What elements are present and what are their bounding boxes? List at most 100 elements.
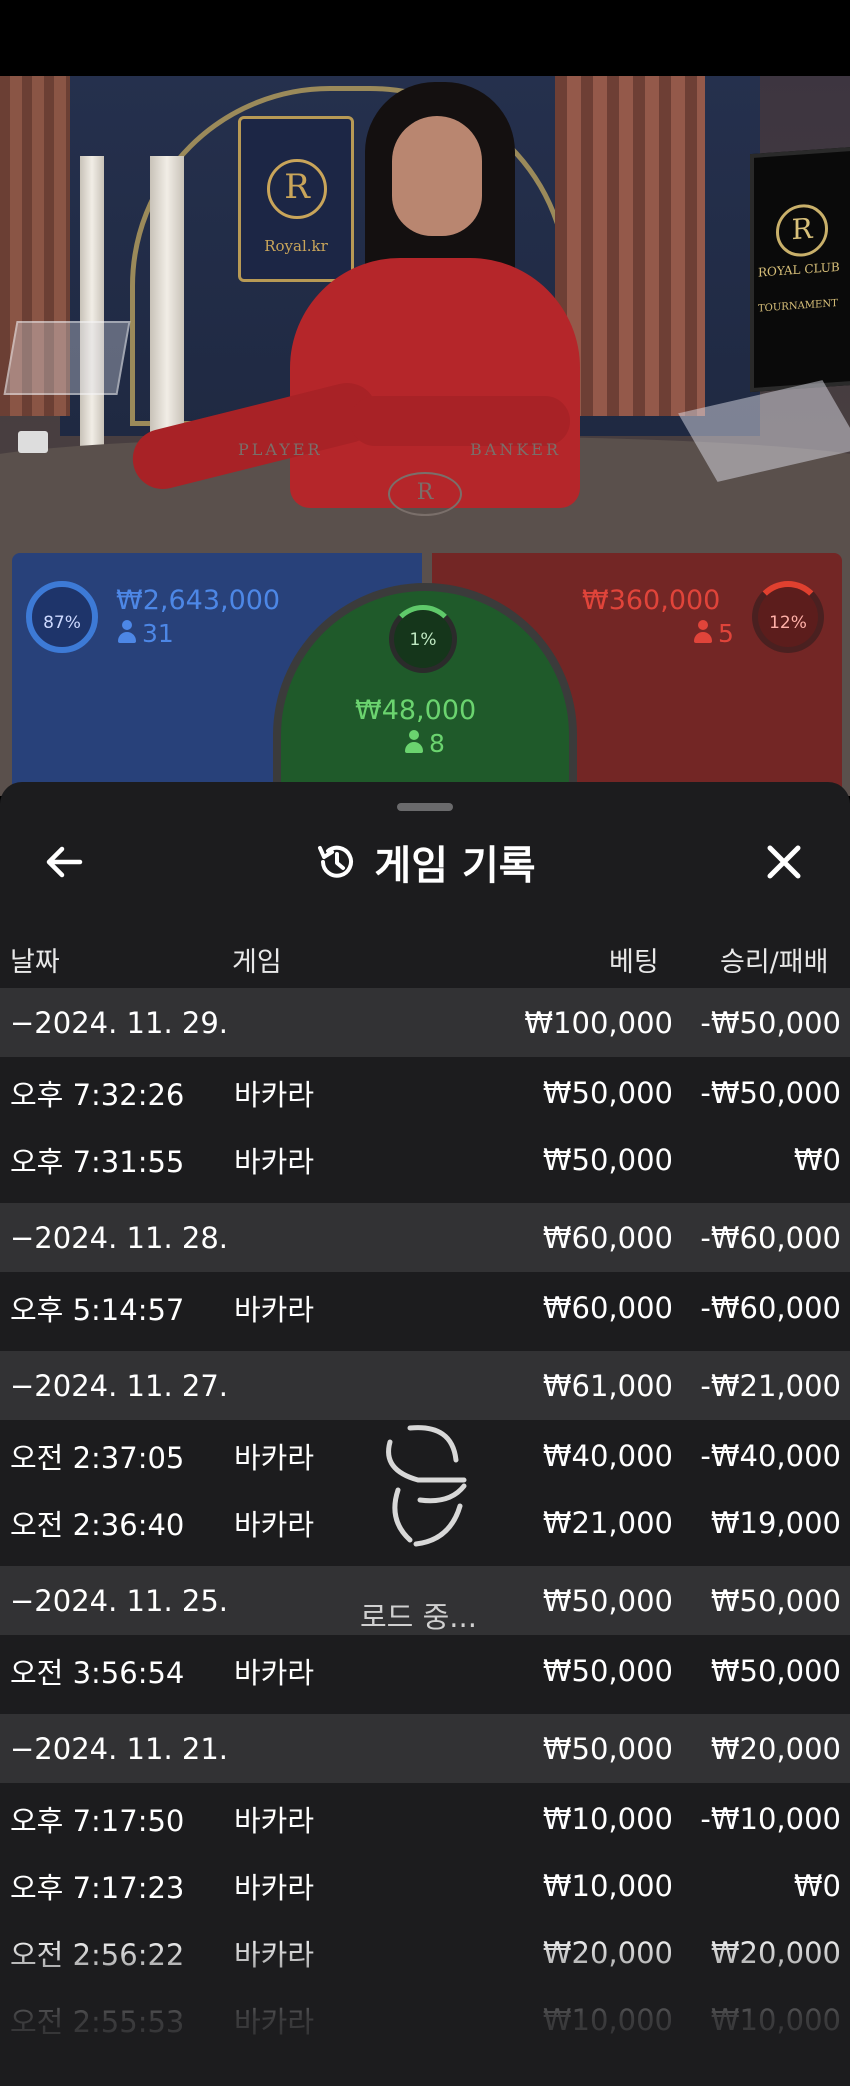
game-result: ₩10,000 bbox=[710, 2002, 841, 2037]
game-row[interactable]: 오후 7:31:55 바카라 ₩50,000 ₩0 bbox=[0, 1126, 850, 1193]
crest-logo-icon: R bbox=[776, 202, 828, 259]
royal-logo-plaque: R Royal.kr bbox=[238, 116, 354, 282]
game-bet: ₩60,000 bbox=[542, 1290, 673, 1325]
banker-count-value: 5 bbox=[718, 619, 734, 648]
pillar bbox=[150, 156, 184, 446]
bet-statistics: 87% ₩2,643,000 31 12% ₩360,000 5 1% ₩48,… bbox=[0, 553, 850, 803]
monitor-subtitle: TOURNAMENT bbox=[758, 297, 838, 315]
player-bettor-count: 31 bbox=[118, 619, 174, 648]
close-button[interactable] bbox=[754, 832, 814, 892]
game-name: 바카라 bbox=[234, 1144, 315, 1179]
game-row[interactable]: 오전 3:56:54 바카라 ₩50,000 ₩50,000 bbox=[0, 1637, 850, 1704]
playing-card bbox=[18, 431, 48, 453]
game-bet: ₩10,000 bbox=[542, 2002, 673, 2037]
tie-percent-ring: 1% bbox=[389, 605, 457, 673]
game-result: ₩0 bbox=[793, 1868, 841, 1903]
column-header-game: 게임 bbox=[232, 947, 282, 978]
game-time: 오후 7:31:55 bbox=[10, 1144, 185, 1179]
game-result: -₩10,000 bbox=[700, 1801, 841, 1836]
group-bet-total: ₩100,000 bbox=[524, 1005, 673, 1040]
game-name: 바카라 bbox=[234, 1655, 315, 1690]
group-date: −2024. 11. 25. bbox=[10, 1583, 228, 1618]
dealer-body bbox=[290, 258, 580, 508]
group-bet-total: ₩50,000 bbox=[542, 1731, 673, 1766]
date-group-row[interactable]: −2024. 11. 27. ₩61,000 -₩21,000 bbox=[0, 1351, 850, 1420]
group-result-total: -₩21,000 bbox=[700, 1368, 841, 1403]
group-date: −2024. 11. 21. bbox=[10, 1731, 228, 1766]
game-time: 오후 7:32:26 bbox=[10, 1077, 185, 1112]
game-row[interactable]: 오후 7:17:23 바카라 ₩10,000 ₩0 bbox=[0, 1852, 850, 1919]
banker-percent-ring: 12% bbox=[752, 581, 824, 653]
game-time: 오전 2:36:40 bbox=[10, 1507, 185, 1542]
banker-table-label: BANKER bbox=[470, 440, 561, 459]
banker-bet-amount: ₩360,000 bbox=[582, 585, 721, 616]
person-icon bbox=[694, 620, 712, 644]
game-bet: ₩50,000 bbox=[542, 1075, 673, 1110]
game-result: ₩50,000 bbox=[710, 1653, 841, 1688]
date-group-row[interactable]: −2024. 11. 28. ₩60,000 -₩60,000 bbox=[0, 1203, 850, 1272]
group-result-total: ₩20,000 bbox=[710, 1731, 841, 1766]
history-icon bbox=[318, 845, 354, 878]
person-icon bbox=[118, 620, 136, 644]
dealer-face bbox=[392, 116, 482, 236]
player-percent-ring: 87% bbox=[26, 581, 98, 653]
group-result-total: -₩50,000 bbox=[700, 1005, 841, 1040]
column-header-bet: 베팅 bbox=[609, 947, 659, 978]
game-name: 바카라 bbox=[234, 1440, 315, 1475]
column-header-result: 승리/패배 bbox=[720, 947, 829, 978]
game-time: 오전 3:56:54 bbox=[10, 1655, 185, 1690]
loading-spinner-icon bbox=[386, 1425, 467, 1547]
tie-bet-amount: ₩48,000 bbox=[355, 695, 477, 726]
player-table-label: PLAYER bbox=[238, 440, 323, 459]
group-result-total: -₩60,000 bbox=[700, 1220, 841, 1255]
game-result: -₩50,000 bbox=[700, 1075, 841, 1110]
date-group-row[interactable]: −2024. 11. 21. ₩50,000 ₩20,000 bbox=[0, 1714, 850, 1783]
game-time: 오전 2:55:53 bbox=[10, 2004, 185, 2039]
sheet-title: 게임 기록 bbox=[374, 843, 536, 889]
sheet-drag-handle[interactable] bbox=[397, 803, 453, 811]
group-bet-total: ₩50,000 bbox=[542, 1583, 673, 1618]
pillar bbox=[80, 156, 104, 446]
game-name: 바카라 bbox=[234, 1870, 315, 1905]
game-bet: ₩10,000 bbox=[542, 1868, 673, 1903]
tie-count-value: 8 bbox=[429, 729, 445, 758]
game-name: 바카라 bbox=[234, 1803, 315, 1838]
person-icon bbox=[405, 730, 423, 754]
game-row[interactable]: 오후 5:14:57 바카라 ₩60,000 -₩60,000 bbox=[0, 1274, 850, 1341]
sheet-header: 게임 기록 bbox=[0, 830, 850, 894]
column-header-date: 날짜 bbox=[10, 947, 60, 978]
game-time: 오전 2:56:22 bbox=[10, 1937, 185, 1972]
table-crest-icon: R bbox=[388, 472, 462, 516]
tie-bettor-count: 8 bbox=[405, 729, 445, 758]
top-status-bar bbox=[0, 0, 850, 76]
group-date: −2024. 11. 28. bbox=[10, 1220, 228, 1255]
game-row[interactable]: 오전 2:55:53 바카라 ₩10,000 ₩10,000 bbox=[0, 1986, 850, 2053]
game-name: 바카라 bbox=[234, 2004, 315, 2039]
game-row[interactable]: 오후 7:32:26 바카라 ₩50,000 -₩50,000 bbox=[0, 1059, 850, 1126]
monitor-title: ROYAL CLUB bbox=[758, 259, 840, 280]
crest-logo-icon: R bbox=[267, 159, 327, 219]
game-result: -₩60,000 bbox=[700, 1290, 841, 1325]
game-bet: ₩20,000 bbox=[542, 1935, 673, 1970]
game-time: 오후 5:14:57 bbox=[10, 1292, 185, 1327]
group-result-total: ₩50,000 bbox=[710, 1583, 841, 1618]
game-result: ₩0 bbox=[793, 1142, 841, 1177]
group-bet-total: ₩61,000 bbox=[542, 1368, 673, 1403]
game-row[interactable]: 오전 2:56:22 바카라 ₩20,000 ₩20,000 bbox=[0, 1919, 850, 1986]
player-bet-amount: ₩2,643,000 bbox=[116, 585, 281, 616]
group-bet-total: ₩60,000 bbox=[542, 1220, 673, 1255]
player-count-value: 31 bbox=[142, 619, 174, 648]
game-name: 바카라 bbox=[234, 1507, 315, 1542]
game-bet: ₩21,000 bbox=[542, 1505, 673, 1540]
banker-bettor-count: 5 bbox=[694, 619, 734, 648]
game-bet: ₩40,000 bbox=[542, 1438, 673, 1473]
group-date: −2024. 11. 29. bbox=[10, 1005, 228, 1040]
date-group-row[interactable]: −2024. 11. 29. ₩100,000 -₩50,000 bbox=[0, 988, 850, 1057]
dealer-arm bbox=[350, 396, 570, 446]
game-name: 바카라 bbox=[234, 1292, 315, 1327]
game-bet: ₩10,000 bbox=[542, 1801, 673, 1836]
game-row[interactable]: 오후 7:17:50 바카라 ₩10,000 -₩10,000 bbox=[0, 1785, 850, 1852]
game-name: 바카라 bbox=[234, 1077, 315, 1112]
game-bet: ₩50,000 bbox=[542, 1653, 673, 1688]
close-icon bbox=[767, 845, 801, 879]
